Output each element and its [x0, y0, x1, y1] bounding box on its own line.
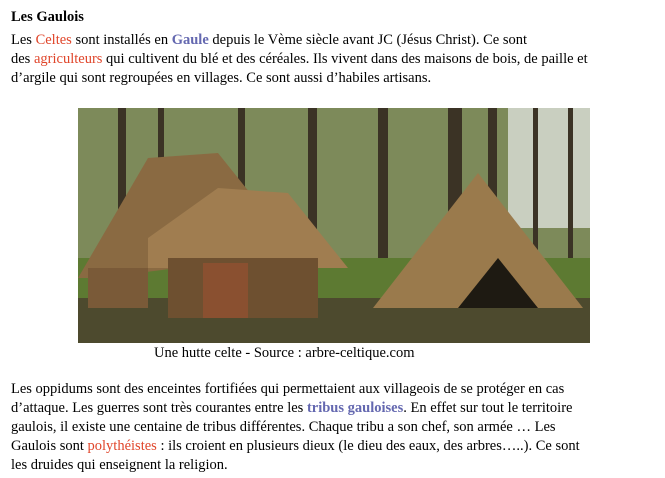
- link-tribus-gauloises[interactable]: tribus gauloises: [307, 400, 403, 416]
- text: gaulois, il existe une centaine de tribu…: [11, 419, 556, 435]
- text: . En effet sur tout le territoire: [403, 400, 573, 416]
- term-celtes: Celtes: [35, 32, 72, 48]
- text: qui cultivent du blé et des céréales. Il…: [102, 51, 588, 67]
- section-bottom: Les oppidums sont des enceintes fortifié…: [11, 380, 661, 475]
- link-gaule[interactable]: Gaule: [172, 32, 209, 48]
- text: les druides qui enseignent la religion.: [11, 457, 228, 473]
- section-top: Les Gaulois Les Celtes sont installés en…: [11, 8, 661, 88]
- oppidum-paragraph: Les oppidums sont des enceintes fortifié…: [11, 380, 661, 475]
- text: Gaulois sont: [11, 438, 88, 454]
- page-title: Les Gaulois: [11, 9, 84, 25]
- text: d’argile qui sont regroupées en villages…: [11, 70, 432, 86]
- text: sont installés en: [71, 32, 172, 48]
- text: Les oppidums sont des enceintes fortifié…: [11, 381, 565, 397]
- image-caption: Une hutte celte - Source : arbre-celtiqu…: [154, 345, 415, 361]
- text: : ils croient en plusieurs dieux (le die…: [156, 438, 580, 454]
- text: Les: [11, 32, 36, 48]
- text: des: [11, 51, 34, 67]
- text: depuis le Vème siècle avant JC (Jésus Ch…: [208, 32, 528, 48]
- term-agriculteurs: agriculteurs: [33, 51, 103, 67]
- celtic-hut-photo: [78, 108, 590, 343]
- intro-paragraph: Les Celtes sont installés en Gaule depui…: [11, 31, 661, 88]
- text: d’attaque. Les guerres sont très courant…: [11, 400, 307, 416]
- term-polytheistes: polythéistes: [87, 438, 157, 454]
